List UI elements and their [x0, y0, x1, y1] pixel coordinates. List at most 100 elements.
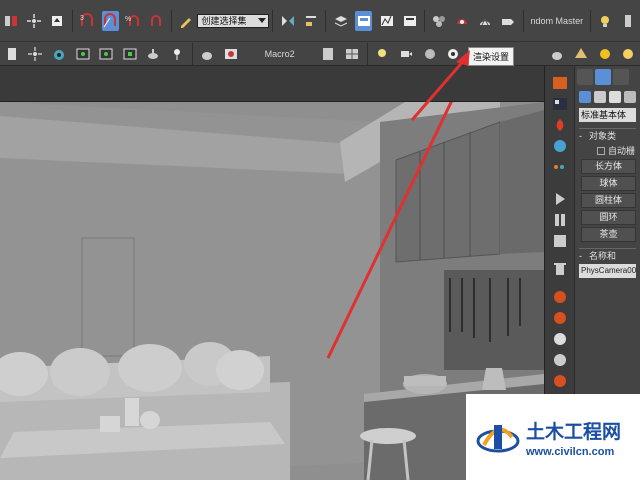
autogrid-row[interactable]: 自动栅: [575, 144, 640, 157]
select-by-name-icon[interactable]: [27, 44, 45, 64]
tab-hierarchy-icon[interactable]: [613, 69, 629, 85]
play-icon[interactable]: [548, 190, 572, 208]
watermark-logo: [476, 425, 520, 453]
svg-text:3: 3: [80, 15, 84, 22]
sphere-icon[interactable]: [421, 44, 439, 64]
particles-icon[interactable]: [548, 351, 572, 369]
object-color-icon[interactable]: [548, 95, 572, 113]
object-type-title: 对象类: [589, 131, 617, 141]
autogrid-label: 自动栅: [608, 146, 636, 156]
light-bulb-icon[interactable]: [374, 44, 392, 64]
sun-icon[interactable]: [596, 44, 614, 64]
macro-label[interactable]: Macro2: [243, 49, 317, 59]
toolbar-separator: [71, 9, 73, 32]
perspective-viewport[interactable]: [0, 66, 544, 480]
autogrid-checkbox[interactable]: [597, 146, 605, 155]
toolbar-separator: [366, 42, 368, 65]
mirror-icon[interactable]: [279, 11, 296, 31]
secondary-toolbar: Macro2: [0, 42, 640, 66]
render-setup-tooltip: 渲染设置: [468, 47, 515, 66]
layer-icon[interactable]: [332, 11, 349, 31]
grid-snap-icon[interactable]: [548, 74, 572, 92]
light-icon[interactable]: [597, 11, 614, 31]
fire-3-icon[interactable]: [548, 372, 572, 390]
pause-icon[interactable]: [548, 211, 572, 229]
teapot-icon[interactable]: [50, 44, 68, 64]
render-icon[interactable]: [500, 11, 517, 31]
image-icon[interactable]: [222, 44, 240, 64]
delete-icon[interactable]: [548, 260, 572, 278]
render-setup-icon[interactable]: [454, 11, 471, 31]
flame-2-icon[interactable]: [548, 309, 572, 327]
watermark: 土木工程网 www.civilcn.com: [466, 394, 640, 480]
document-icon[interactable]: [3, 44, 21, 64]
material-ball-icon[interactable]: [572, 44, 590, 64]
toolbar-separator: [522, 9, 524, 32]
object-name-field[interactable]: PhysCamera00: [579, 264, 636, 278]
percent-snap-icon[interactable]: %: [125, 11, 142, 31]
teapot-render-icon[interactable]: [549, 44, 567, 64]
select-region-icon[interactable]: [26, 11, 43, 31]
geometry-icon[interactable]: [579, 91, 591, 103]
spinner-snap-icon[interactable]: [148, 11, 165, 31]
render-settings-icon[interactable]: [444, 44, 462, 64]
scene-render: [0, 102, 544, 480]
named-selection-value: 创建选择集: [201, 16, 247, 26]
graph-editor-icon[interactable]: [355, 10, 373, 31]
watermark-text: 土木工程网 www.civilcn.com: [526, 417, 621, 458]
object-category-row: [575, 88, 640, 106]
primitive-type-dropdown[interactable]: 标准基本体: [579, 108, 636, 122]
curve-editor-icon[interactable]: [378, 11, 395, 31]
bulb-icon[interactable]: [168, 44, 186, 64]
toolbar-separator: [170, 9, 172, 32]
layer-manager-icon[interactable]: [620, 11, 637, 31]
notes-icon[interactable]: [320, 44, 338, 64]
watermark-url: www.civilcn.com: [526, 445, 615, 458]
cameras-icon[interactable]: [624, 91, 636, 103]
toolbar-separator: [325, 9, 327, 32]
select-move-icon[interactable]: [49, 11, 66, 31]
smoke-icon[interactable]: [548, 330, 572, 348]
vray-icon[interactable]: [144, 44, 162, 64]
tab-modify-icon[interactable]: [595, 69, 611, 85]
lights-icon[interactable]: [609, 91, 621, 103]
viewport-layout-icon[interactable]: [74, 44, 92, 64]
track-view-icon[interactable]: [121, 44, 139, 64]
bind-icon[interactable]: [3, 11, 20, 31]
box-button[interactable]: 长方体: [581, 159, 636, 174]
sky-icon[interactable]: [619, 44, 637, 64]
material-editor-icon[interactable]: [431, 11, 448, 31]
torus-button[interactable]: 圆环: [581, 210, 636, 225]
plugin-label[interactable]: ndom Master: [527, 16, 588, 26]
toolbar-separator: [272, 9, 274, 32]
flame-icon[interactable]: [548, 288, 572, 306]
toolbar-separator: [191, 42, 193, 65]
tab-create-icon[interactable]: [577, 69, 593, 85]
align-icon[interactable]: [302, 11, 319, 31]
camera-icon[interactable]: [397, 44, 415, 64]
dots-icon[interactable]: [548, 158, 572, 176]
render-frame-icon[interactable]: [477, 11, 494, 31]
sphere-map-icon[interactable]: [548, 137, 572, 155]
watermark-title: 土木工程网: [526, 420, 622, 443]
angle-snap-icon[interactable]: [101, 10, 119, 31]
panel-tabs: [575, 66, 640, 88]
shapes-icon[interactable]: [594, 91, 606, 103]
fire-icon[interactable]: [548, 116, 572, 134]
edit-named-selection-icon[interactable]: [177, 11, 194, 31]
kettle-icon[interactable]: [199, 44, 217, 64]
schematic-view-icon[interactable]: [401, 11, 418, 31]
grid-icon[interactable]: [343, 44, 361, 64]
object-type-rollout[interactable]: - 对象类: [579, 128, 636, 142]
stop-icon[interactable]: [548, 232, 572, 250]
snapshot-icon[interactable]: [97, 44, 115, 64]
snap-icon[interactable]: 3: [79, 11, 96, 31]
name-color-rollout[interactable]: - 名称和: [579, 248, 636, 262]
cylinder-button[interactable]: 圆柱体: [581, 193, 636, 208]
teapot-button[interactable]: 茶壶: [581, 227, 636, 242]
named-selection-dropdown[interactable]: 创建选择集: [197, 13, 270, 28]
name-color-title: 名称和: [589, 251, 617, 261]
viewport-header: [0, 66, 544, 102]
toolbar-separator: [423, 9, 425, 32]
sphere-button[interactable]: 球体: [581, 176, 636, 191]
